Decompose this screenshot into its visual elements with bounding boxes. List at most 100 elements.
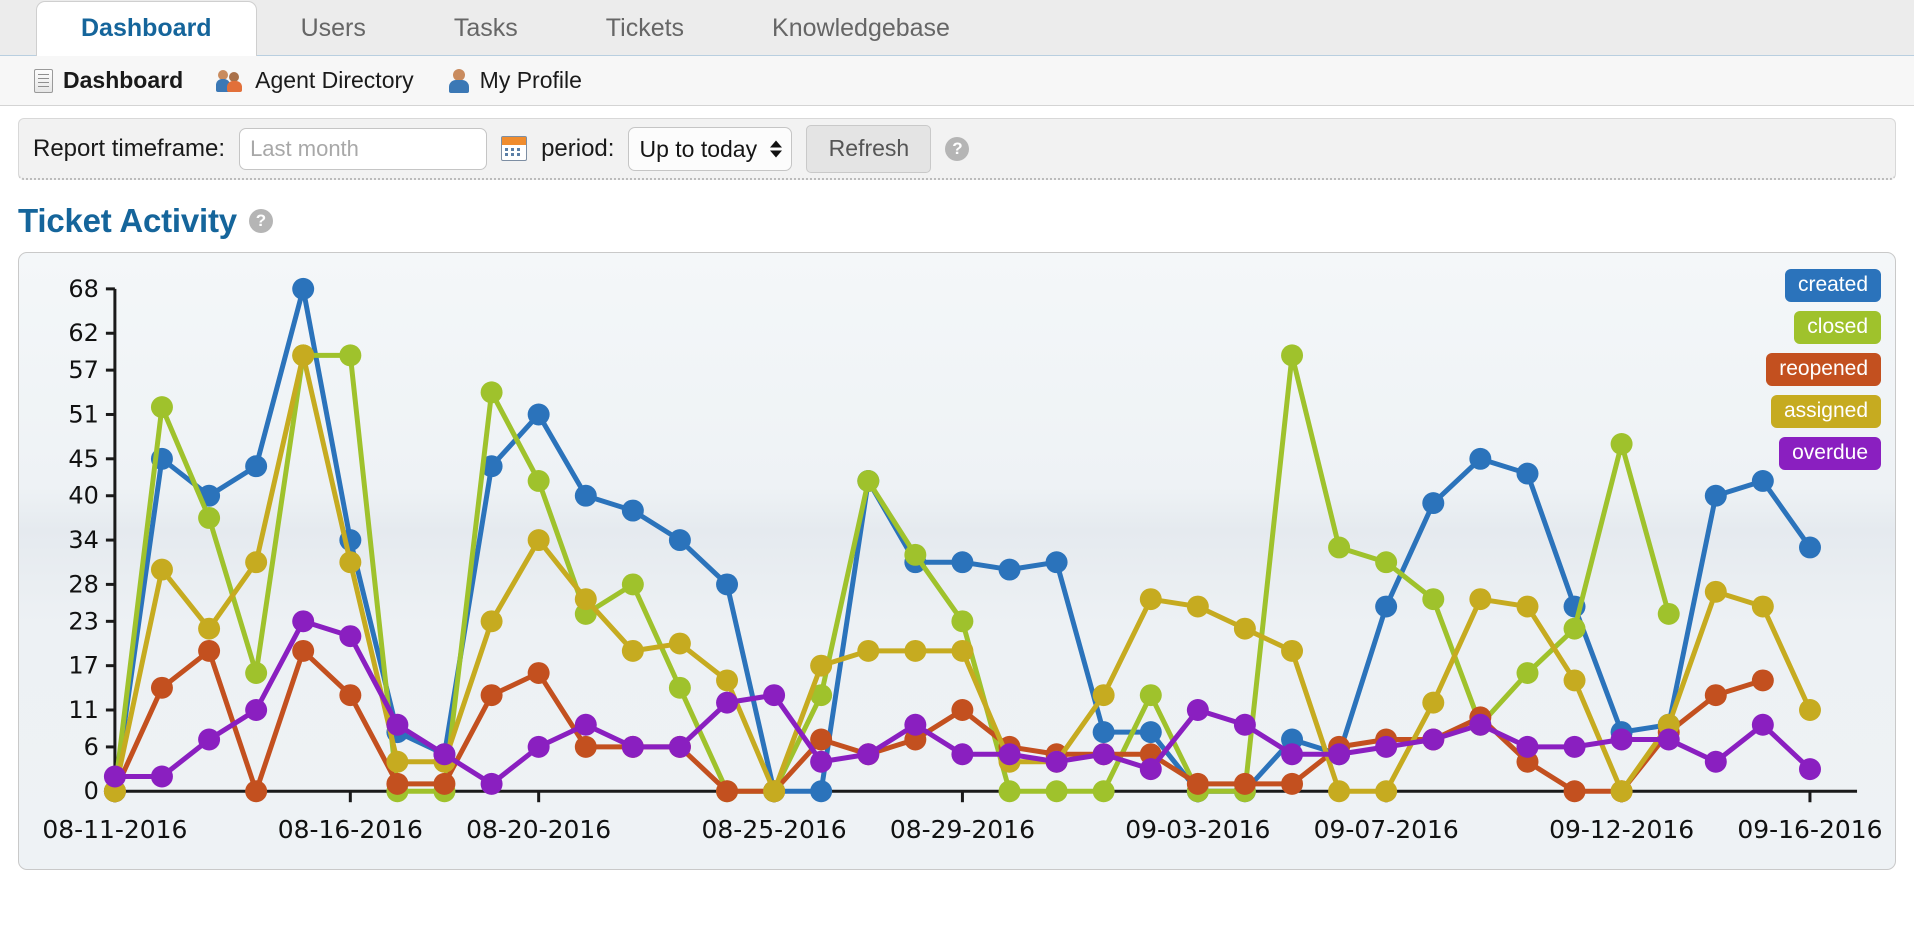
data-point[interactable] <box>1093 721 1115 743</box>
data-point[interactable] <box>1564 780 1586 802</box>
data-point[interactable] <box>245 551 267 573</box>
data-point[interactable] <box>622 640 644 662</box>
data-point[interactable] <box>716 692 738 714</box>
subnav-item-agent-directory[interactable]: Agent Directory <box>217 67 414 94</box>
data-point[interactable] <box>951 610 973 632</box>
data-point[interactable] <box>1375 736 1397 758</box>
data-point[interactable] <box>1517 596 1539 618</box>
data-point[interactable] <box>245 455 267 477</box>
data-point[interactable] <box>716 780 738 802</box>
data-point[interactable] <box>1469 448 1491 470</box>
data-point[interactable] <box>292 344 314 366</box>
data-point[interactable] <box>1046 551 1068 573</box>
data-point[interactable] <box>1752 714 1774 736</box>
data-point[interactable] <box>339 344 361 366</box>
data-point[interactable] <box>1752 669 1774 691</box>
data-point[interactable] <box>857 743 879 765</box>
data-point[interactable] <box>1517 662 1539 684</box>
data-point[interactable] <box>1564 669 1586 691</box>
data-point[interactable] <box>951 743 973 765</box>
data-point[interactable] <box>669 633 691 655</box>
data-point[interactable] <box>1140 721 1162 743</box>
subnav-item-my-profile[interactable]: My Profile <box>448 67 582 94</box>
data-point[interactable] <box>1281 640 1303 662</box>
section-help-icon[interactable]: ? <box>249 209 273 233</box>
data-point[interactable] <box>999 559 1021 581</box>
data-point[interactable] <box>1469 714 1491 736</box>
period-select[interactable]: Up to today <box>628 127 792 171</box>
data-point[interactable] <box>1564 736 1586 758</box>
tab-tasks[interactable]: Tasks <box>410 16 562 55</box>
data-point[interactable] <box>245 662 267 684</box>
data-point[interactable] <box>622 573 644 595</box>
data-point[interactable] <box>198 618 220 640</box>
data-point[interactable] <box>386 773 408 795</box>
data-point[interactable] <box>1658 603 1680 625</box>
legend-item-reopened[interactable]: reopened <box>1766 353 1881 386</box>
data-point[interactable] <box>1140 758 1162 780</box>
data-point[interactable] <box>245 699 267 721</box>
data-point[interactable] <box>1564 618 1586 640</box>
data-point[interactable] <box>292 610 314 632</box>
data-point[interactable] <box>1422 588 1444 610</box>
data-point[interactable] <box>669 736 691 758</box>
data-point[interactable] <box>104 766 126 788</box>
calendar-icon[interactable] <box>501 136 527 161</box>
data-point[interactable] <box>1799 758 1821 780</box>
data-point[interactable] <box>528 470 550 492</box>
legend-item-created[interactable]: created <box>1785 269 1881 302</box>
data-point[interactable] <box>1187 596 1209 618</box>
data-point[interactable] <box>575 736 597 758</box>
data-point[interactable] <box>1375 596 1397 618</box>
data-point[interactable] <box>951 640 973 662</box>
data-point[interactable] <box>481 684 503 706</box>
data-point[interactable] <box>1517 463 1539 485</box>
filter-help-icon[interactable]: ? <box>945 137 969 161</box>
data-point[interactable] <box>999 780 1021 802</box>
data-point[interactable] <box>1328 536 1350 558</box>
legend-item-assigned[interactable]: assigned <box>1771 395 1881 428</box>
data-point[interactable] <box>575 485 597 507</box>
tab-knowledgebase[interactable]: Knowledgebase <box>728 16 994 55</box>
subnav-item-dashboard[interactable]: Dashboard <box>34 67 183 94</box>
data-point[interactable] <box>857 640 879 662</box>
data-point[interactable] <box>904 544 926 566</box>
tab-tickets[interactable]: Tickets <box>562 16 728 55</box>
data-point[interactable] <box>339 625 361 647</box>
data-point[interactable] <box>716 573 738 595</box>
data-point[interactable] <box>1234 773 1256 795</box>
data-point[interactable] <box>1422 729 1444 751</box>
data-point[interactable] <box>1093 780 1115 802</box>
data-point[interactable] <box>810 780 832 802</box>
data-point[interactable] <box>1093 684 1115 706</box>
data-point[interactable] <box>1281 743 1303 765</box>
data-point[interactable] <box>1140 588 1162 610</box>
data-point[interactable] <box>1328 780 1350 802</box>
data-point[interactable] <box>433 743 455 765</box>
data-point[interactable] <box>386 714 408 736</box>
data-point[interactable] <box>669 677 691 699</box>
data-point[interactable] <box>1611 780 1633 802</box>
refresh-button[interactable]: Refresh <box>806 125 931 173</box>
data-point[interactable] <box>1187 773 1209 795</box>
data-point[interactable] <box>433 773 455 795</box>
data-point[interactable] <box>763 780 785 802</box>
data-point[interactable] <box>904 640 926 662</box>
data-point[interactable] <box>151 677 173 699</box>
data-point[interactable] <box>1705 684 1727 706</box>
data-point[interactable] <box>904 714 926 736</box>
data-point[interactable] <box>1799 699 1821 721</box>
data-point[interactable] <box>857 470 879 492</box>
data-point[interactable] <box>151 766 173 788</box>
data-point[interactable] <box>951 551 973 573</box>
data-point[interactable] <box>999 743 1021 765</box>
data-point[interactable] <box>1469 588 1491 610</box>
data-point[interactable] <box>575 588 597 610</box>
tab-users[interactable]: Users <box>257 16 410 55</box>
data-point[interactable] <box>1422 692 1444 714</box>
data-point[interactable] <box>1281 773 1303 795</box>
data-point[interactable] <box>339 684 361 706</box>
data-point[interactable] <box>1375 551 1397 573</box>
data-point[interactable] <box>1093 743 1115 765</box>
data-point[interactable] <box>339 551 361 573</box>
